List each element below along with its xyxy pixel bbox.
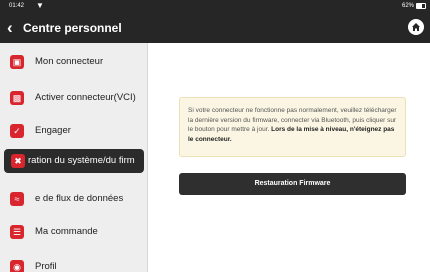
battery-icon [416, 3, 426, 9]
sidebar-item-label: Profil [35, 261, 57, 272]
sidebar-item-activer-connecteur[interactable]: ▩ Activer connecteur(VCI) [0, 82, 147, 116]
sidebar-item-label: Activer connecteur(VCI) [35, 92, 136, 103]
app-header: ‹ Centre personnel [0, 13, 430, 43]
shield-icon: ✓ [10, 124, 24, 138]
order-icon: ☰ [10, 225, 24, 239]
page-title: Centre personnel [23, 21, 122, 35]
sidebar: ▣ Mon connecteur ▩ Activer connecteur(VC… [0, 43, 148, 272]
sidebar-item-ma-commande[interactable]: ☰ Ma commande [0, 216, 147, 250]
sidebar-item-label: Engager [35, 125, 71, 136]
sidebar-item-data-flow[interactable]: ≈ e de flux de données [0, 183, 147, 217]
sidebar-item-engager[interactable]: ✓ Engager [0, 115, 147, 149]
sidebar-item-label: e de flux de données [35, 193, 124, 204]
data-flow-icon: ≈ [10, 192, 24, 206]
firmware-info-notice: Si votre connecteur ne fonctionne pas no… [179, 97, 406, 157]
status-time: 01:42 [9, 3, 25, 9]
status-bar: 01:42 ▼ 62% [0, 0, 430, 13]
restore-firmware-button[interactable]: Restauration Firmware [179, 173, 406, 195]
wifi-icon: ▼ [36, 1, 44, 10]
sidebar-item-label: Ma commande [35, 226, 98, 237]
back-icon[interactable]: ‹ [7, 18, 13, 38]
sidebar-item-firmware-restore[interactable]: ✖ ration du système/du firm [4, 149, 144, 173]
tools-icon: ✖ [11, 154, 25, 168]
profile-icon: ◉ [10, 260, 24, 272]
vci-icon: ▩ [10, 91, 24, 105]
sidebar-item-mon-connecteur[interactable]: ▣ Mon connecteur [0, 46, 147, 80]
connector-icon: ▣ [10, 55, 24, 69]
battery-percentage: 62% [401, 3, 414, 9]
home-icon[interactable] [408, 19, 424, 35]
sidebar-item-label: Mon connecteur [35, 56, 104, 67]
sidebar-item-profil[interactable]: ◉ Profil [0, 251, 147, 272]
sidebar-item-label: ration du système/du firm [28, 155, 135, 166]
